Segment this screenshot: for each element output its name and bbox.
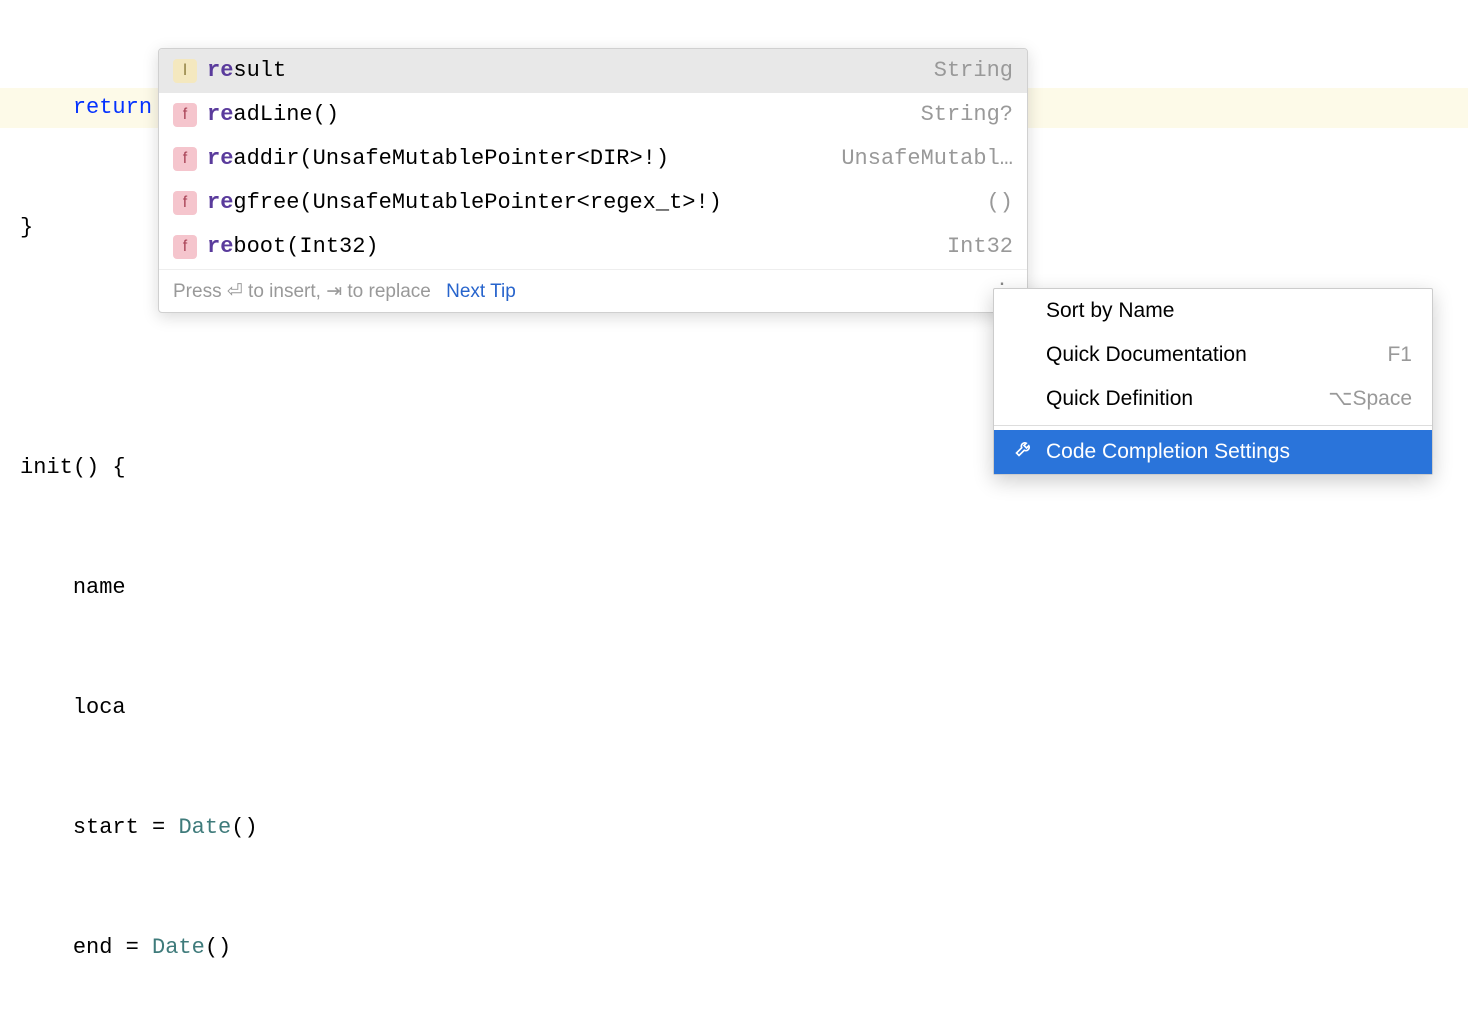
completion-name: regfree(UnsafeMutablePointer<regex_t>!) — [207, 187, 722, 219]
var-name: star — [73, 815, 126, 840]
completion-type: () — [967, 187, 1013, 219]
completion-type: Int32 — [927, 231, 1013, 263]
completion-name: readLine() — [207, 99, 339, 131]
init-name: init — [20, 455, 73, 480]
var-name: end — [73, 935, 113, 960]
parens: () — [73, 455, 99, 480]
var-name: loca — [73, 695, 126, 720]
menu-sort-by-name[interactable]: Sort by Name — [994, 289, 1432, 333]
menu-divider — [994, 425, 1432, 426]
var-name: name — [73, 575, 126, 600]
completion-footer: Press ⏎ to insert, ⇥ to replace Next Tip… — [159, 269, 1027, 312]
completion-item[interactable]: lresult String — [159, 49, 1027, 93]
completion-item[interactable]: f readdir(UnsafeMutablePointer<DIR>!) Unsa… — [159, 137, 1027, 181]
completion-item[interactable]: f reboot(Int32) Int32 — [159, 225, 1027, 269]
menu-quick-documentation[interactable]: Quick Documentation F1 — [994, 333, 1432, 377]
completion-name: readdir(UnsafeMutablePointer<DIR>!) — [207, 143, 669, 175]
menu-label: Code Completion Settings — [1046, 438, 1290, 466]
type-date: Date — [152, 935, 205, 960]
completion-name: reboot(Int32) — [207, 231, 379, 263]
type-date: Date — [178, 815, 231, 840]
function-icon: f — [173, 103, 197, 127]
menu-label: Quick Documentation — [1046, 341, 1247, 369]
brace: { — [99, 455, 125, 480]
function-icon: f — [173, 235, 197, 259]
completion-item[interactable]: f regfree(UnsafeMutablePointer<regex_t>!)… — [159, 181, 1027, 225]
code-line[interactable]: loca — [0, 688, 1468, 728]
footer-hint: Press ⏎ to insert, ⇥ to replace — [173, 281, 431, 302]
shortcut: F1 — [1387, 341, 1412, 369]
code-line[interactable]: start = Date() — [0, 808, 1468, 848]
next-tip-link[interactable]: Next Tip — [446, 281, 516, 302]
menu-label: Quick Definition — [1046, 385, 1193, 413]
completion-popup: lresult String f readLine() String? f readdir(… — [158, 48, 1028, 313]
completion-name: result — [207, 55, 286, 87]
function-icon: f — [173, 191, 197, 215]
completion-type: UnsafeMutabl… — [821, 143, 1013, 175]
completion-type: String — [914, 55, 1013, 87]
completion-type: String? — [901, 99, 1013, 131]
completion-item[interactable]: f readLine() String? — [159, 93, 1027, 137]
brace: } — [20, 215, 33, 240]
context-menu: Sort by Name Quick Documentation F1 Quic… — [993, 288, 1433, 475]
code-line[interactable]: end = Date() — [0, 928, 1468, 968]
wrench-icon — [1014, 438, 1036, 466]
code-line[interactable]: name — [0, 568, 1468, 608]
keyword-return: return — [73, 95, 152, 120]
local-var-icon: l — [173, 59, 197, 83]
menu-code-completion-settings[interactable]: Code Completion Settings — [994, 430, 1432, 474]
menu-quick-definition[interactable]: Quick Definition ⌥Space — [994, 377, 1432, 421]
shortcut: ⌥Space — [1328, 385, 1412, 413]
menu-label: Sort by Name — [1046, 297, 1174, 325]
function-icon: f — [173, 147, 197, 171]
